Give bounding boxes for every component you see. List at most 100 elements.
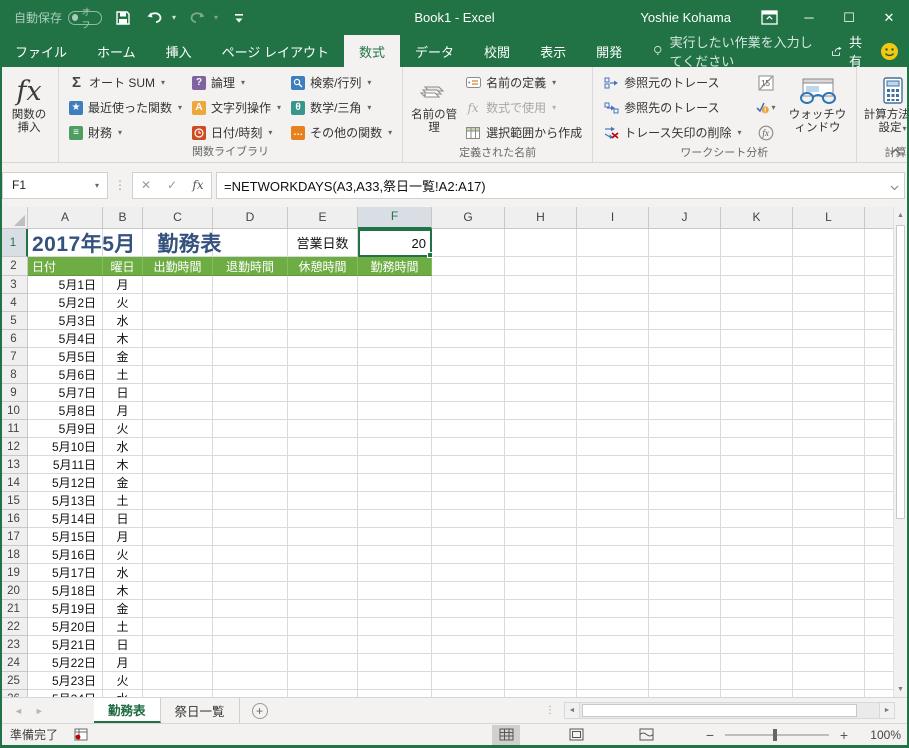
- zoom-in-button[interactable]: +: [837, 727, 851, 743]
- weekday-cell[interactable]: 木: [103, 582, 143, 600]
- cell-H[interactable]: [505, 564, 577, 582]
- cell-H[interactable]: [505, 402, 577, 420]
- cell-D[interactable]: [213, 510, 288, 528]
- cell-I[interactable]: [577, 564, 649, 582]
- zoom-slider[interactable]: [725, 734, 829, 736]
- tell-me-box[interactable]: 実行したい作業を入力してください: [653, 35, 821, 67]
- date-cell[interactable]: 5月7日: [28, 384, 103, 402]
- date-cell[interactable]: 5月10日: [28, 438, 103, 456]
- cell-L[interactable]: [793, 402, 865, 420]
- name-box-value[interactable]: F1: [3, 178, 87, 192]
- ribbon-display-options-button[interactable]: [749, 0, 789, 35]
- cell-K[interactable]: [721, 438, 793, 456]
- cell-E[interactable]: [288, 600, 358, 618]
- cell-C[interactable]: [143, 582, 213, 600]
- cell-G[interactable]: [432, 294, 505, 312]
- cell-G[interactable]: [432, 229, 505, 257]
- cell-I[interactable]: [577, 257, 649, 276]
- row-header-8[interactable]: 8: [0, 366, 28, 384]
- cell-K[interactable]: [721, 600, 793, 618]
- save-button[interactable]: [112, 7, 134, 29]
- date-cell[interactable]: 5月12日: [28, 474, 103, 492]
- cell-L[interactable]: [793, 600, 865, 618]
- cell-C[interactable]: [143, 366, 213, 384]
- row-header-2[interactable]: 2: [0, 257, 28, 276]
- cell-F[interactable]: [358, 528, 432, 546]
- weekday-cell[interactable]: 月: [103, 528, 143, 546]
- cell-E[interactable]: [288, 528, 358, 546]
- cell-D[interactable]: [213, 492, 288, 510]
- ribbon-tab-表示[interactable]: 表示: [525, 35, 581, 67]
- row-header-1[interactable]: 1: [0, 229, 28, 257]
- cell-F[interactable]: [358, 366, 432, 384]
- cell-J[interactable]: [649, 456, 721, 474]
- cell-I[interactable]: [577, 510, 649, 528]
- cell-D[interactable]: [213, 420, 288, 438]
- cell-D[interactable]: [213, 528, 288, 546]
- cell-E[interactable]: [288, 546, 358, 564]
- table-header-E[interactable]: 休憩時間: [288, 257, 358, 276]
- cell-H[interactable]: [505, 420, 577, 438]
- autosave-toggle[interactable]: 自動保存 オフ: [14, 9, 102, 26]
- cell-D[interactable]: [213, 474, 288, 492]
- cell-I[interactable]: [577, 672, 649, 690]
- horizontal-scroll-thumb[interactable]: [582, 704, 857, 717]
- title-cell[interactable]: 2017年5月 勤務表: [28, 229, 103, 257]
- cell-E[interactable]: [288, 690, 358, 697]
- cell-D[interactable]: [213, 229, 288, 257]
- sheet-tab-祭日一覧[interactable]: 祭日一覧: [161, 698, 240, 723]
- cell-E[interactable]: [288, 294, 358, 312]
- cell-E[interactable]: [288, 420, 358, 438]
- cell-H[interactable]: [505, 330, 577, 348]
- row-header-10[interactable]: 10: [0, 402, 28, 420]
- cell-G[interactable]: [432, 510, 505, 528]
- weekday-cell[interactable]: 水: [103, 564, 143, 582]
- cell-D[interactable]: [213, 312, 288, 330]
- cell-F[interactable]: [358, 510, 432, 528]
- weekday-cell[interactable]: 日: [103, 510, 143, 528]
- scroll-up-arrow-icon[interactable]: ▲: [894, 207, 907, 223]
- cell-L[interactable]: [793, 654, 865, 672]
- scroll-down-arrow-icon[interactable]: ▼: [894, 681, 907, 697]
- cell-I[interactable]: [577, 582, 649, 600]
- cell-K[interactable]: [721, 312, 793, 330]
- cell-C[interactable]: [143, 348, 213, 366]
- cell-G[interactable]: [432, 312, 505, 330]
- horizontal-scrollbar[interactable]: ⋮ ◄ ►: [545, 702, 895, 719]
- cell-J[interactable]: [649, 528, 721, 546]
- cell-E[interactable]: [288, 456, 358, 474]
- cell-K[interactable]: [721, 690, 793, 697]
- cell-H[interactable]: [505, 528, 577, 546]
- row-header-20[interactable]: 20: [0, 582, 28, 600]
- cell-L[interactable]: [793, 312, 865, 330]
- splitter-dots-icon[interactable]: ⋮: [545, 705, 556, 716]
- cell-D[interactable]: [213, 366, 288, 384]
- table-header-D[interactable]: 退勤時間: [213, 257, 288, 276]
- row-header-13[interactable]: 13: [0, 456, 28, 474]
- weekday-cell[interactable]: 土: [103, 492, 143, 510]
- weekday-cell[interactable]: 木: [103, 330, 143, 348]
- cell-D[interactable]: [213, 654, 288, 672]
- scroll-right-arrow-icon[interactable]: ►: [879, 702, 895, 719]
- cell-C[interactable]: [143, 654, 213, 672]
- cell-H[interactable]: [505, 456, 577, 474]
- cell-I[interactable]: [577, 600, 649, 618]
- cell-L[interactable]: [793, 618, 865, 636]
- cell-H[interactable]: [505, 654, 577, 672]
- cell-L[interactable]: [793, 438, 865, 456]
- math-trig-button[interactable]: θ 数学/三角▾: [286, 96, 397, 119]
- cell-F[interactable]: [358, 276, 432, 294]
- column-header-C[interactable]: C: [143, 207, 213, 229]
- cell-L[interactable]: [793, 636, 865, 654]
- cell-K[interactable]: [721, 474, 793, 492]
- cell-K[interactable]: [721, 294, 793, 312]
- cell-L[interactable]: [793, 672, 865, 690]
- cell-H[interactable]: [505, 492, 577, 510]
- date-cell[interactable]: 5月18日: [28, 582, 103, 600]
- customize-qat-button[interactable]: [228, 7, 250, 29]
- cell-E[interactable]: [288, 654, 358, 672]
- cell-J[interactable]: [649, 474, 721, 492]
- cell-E[interactable]: [288, 672, 358, 690]
- cell-J[interactable]: [649, 582, 721, 600]
- cell-D[interactable]: [213, 618, 288, 636]
